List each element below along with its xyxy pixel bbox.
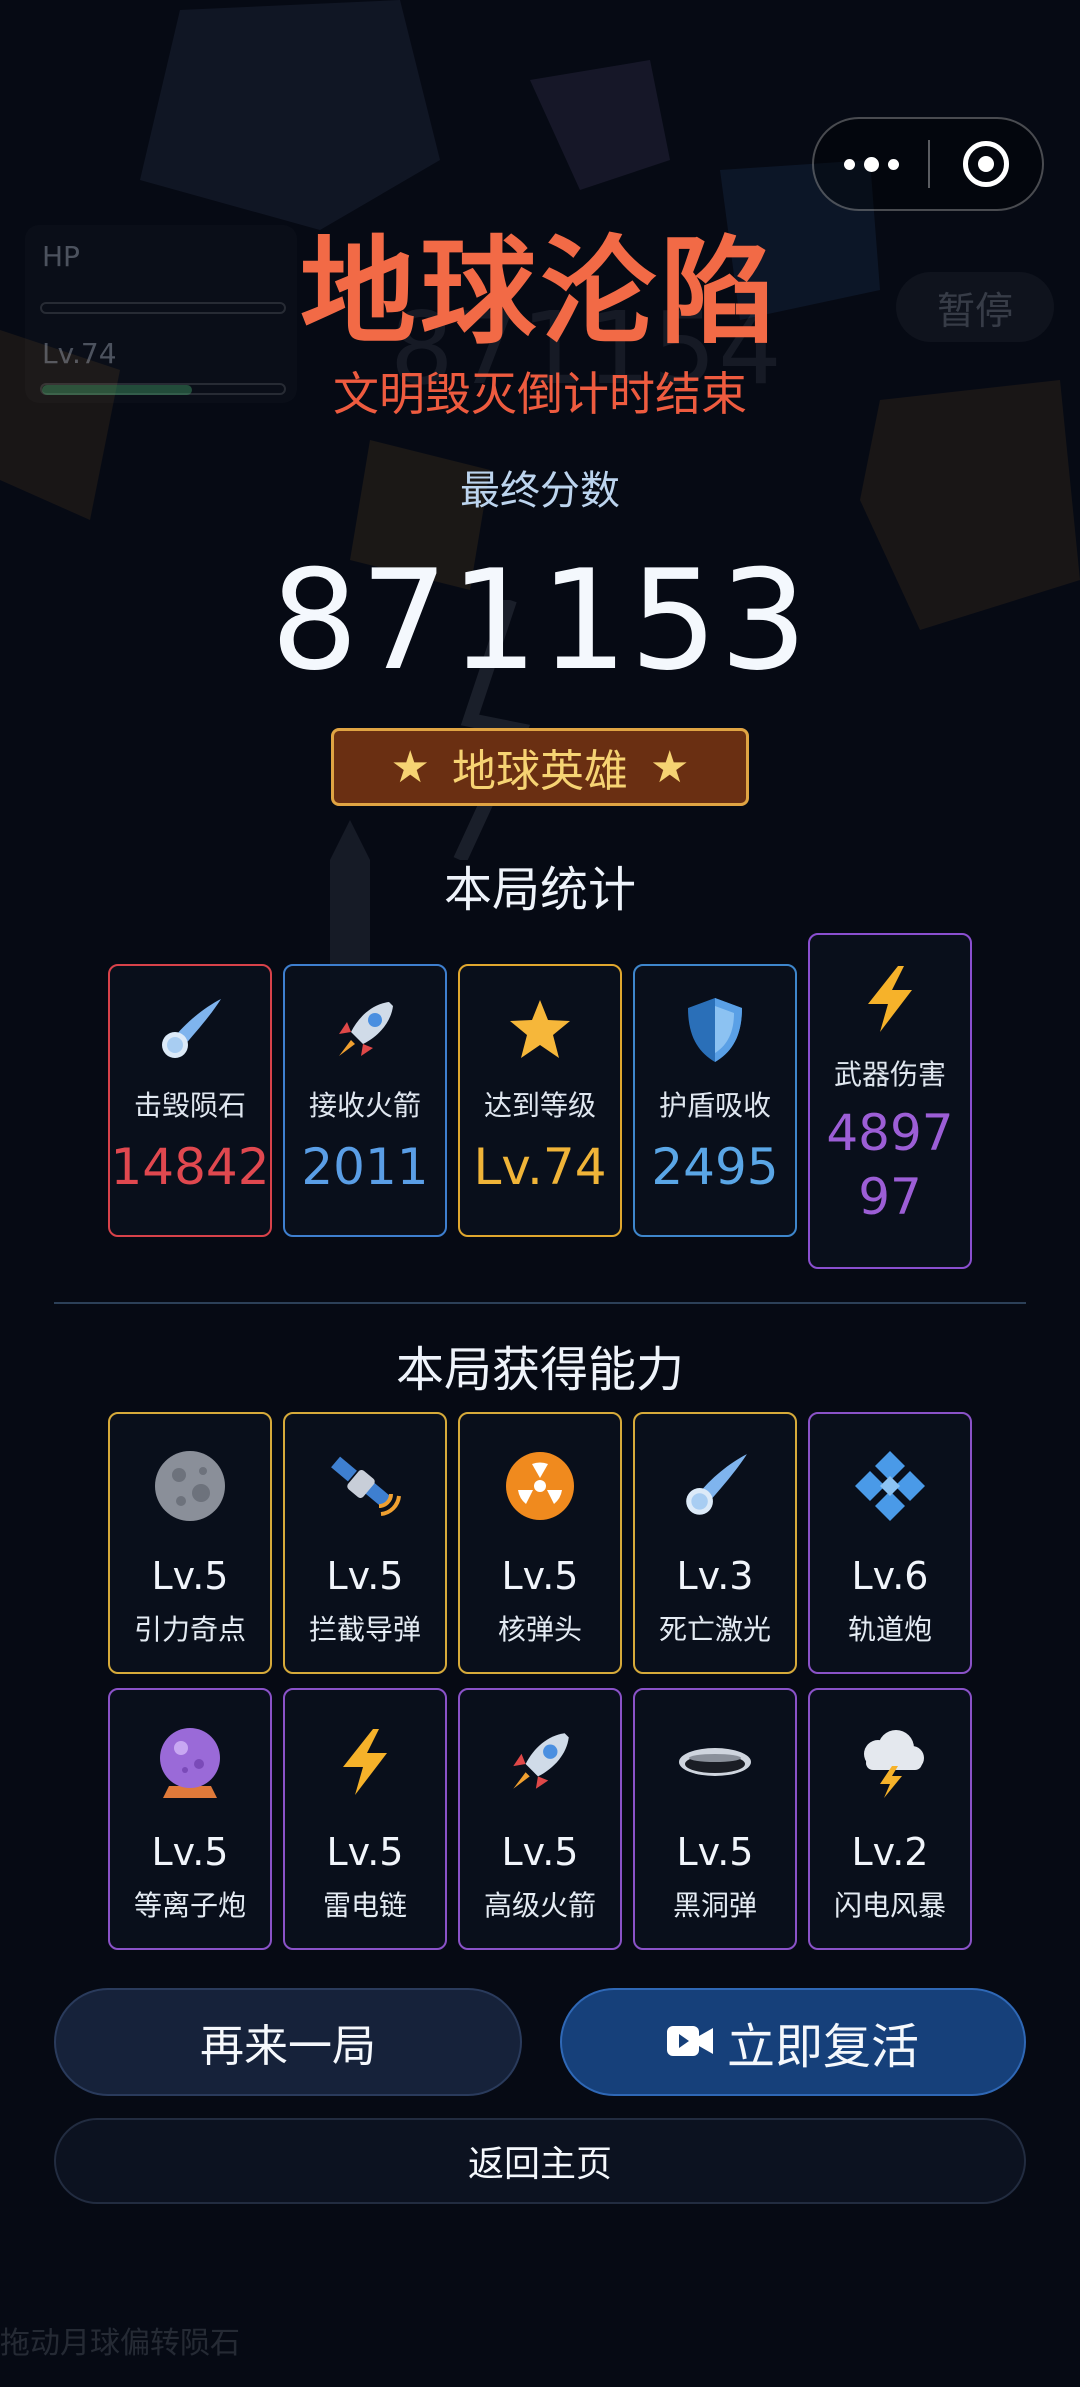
stats-title: 本局统计 (443, 862, 636, 918)
crystal-ball-icon (155, 1724, 225, 1800)
revive-label: 立即复活 (726, 2019, 919, 2075)
ability-card: Lv.5 雷电链 (283, 1688, 447, 1950)
stat-value: 4897 (826, 1104, 954, 1162)
ability-card: Lv.5 引力奇点 (108, 1412, 272, 1674)
ability-card: Lv.2 闪电风暴 (808, 1688, 972, 1950)
rank-badge-text: 地球英雄 (452, 746, 628, 797)
target-icon[interactable] (930, 119, 1042, 209)
ability-name: 黑洞弹 (672, 1889, 757, 1922)
ability-card: Lv.5 黑洞弹 (633, 1688, 797, 1950)
ability-level: Lv.5 (676, 1830, 754, 1874)
drag-hint: 拖动月球偏转陨石 (0, 2326, 240, 2361)
stat-card-level: 达到等级 Lv.74 (458, 964, 622, 1237)
play-again-label: 再来一局 (200, 2021, 376, 2072)
black-hole-icon (677, 1724, 753, 1800)
stat-card-rockets: 接收火箭 2011 (283, 964, 447, 1237)
ability-name: 等离子炮 (133, 1889, 246, 1922)
ability-name: 死亡激光 (658, 1613, 771, 1646)
revive-button[interactable]: 立即复活 (560, 1988, 1026, 2096)
final-score-label: 最终分数 (460, 468, 620, 514)
stat-label: 达到等级 (483, 1089, 596, 1122)
stat-label: 击毁陨石 (133, 1089, 246, 1122)
ability-name: 轨道炮 (847, 1613, 932, 1646)
abilities-title: 本局获得能力 (395, 1342, 684, 1398)
rocket-icon (329, 994, 401, 1066)
final-score: 871153 (270, 540, 810, 701)
stat-card-damage: 武器伤害 4897 97 (808, 933, 972, 1269)
ability-level: Lv.5 (326, 1554, 404, 1598)
ability-card: Lv.6 轨道炮 (808, 1412, 972, 1674)
storm-cloud-icon (852, 1724, 928, 1800)
ability-level: Lv.3 (676, 1554, 754, 1598)
ability-name: 高级火箭 (483, 1889, 596, 1922)
asteroid-shape (140, 0, 440, 230)
star-icon: ★ (650, 741, 690, 793)
asteroid-shape (530, 60, 670, 190)
stat-value: 2011 (301, 1138, 429, 1196)
game-over-subtitle: 文明毁灭倒计时结束 (333, 367, 747, 421)
ability-level: Lv.2 (851, 1830, 929, 1874)
ability-level: Lv.6 (851, 1554, 929, 1598)
back-home-label: 返回主页 (467, 2144, 612, 2185)
ability-level: Lv.5 (501, 1554, 579, 1598)
mini-program-capsule (812, 117, 1044, 211)
comet-icon (679, 1448, 751, 1524)
ability-name: 雷电链 (322, 1889, 407, 1922)
shield-icon (684, 994, 746, 1066)
stat-label: 接收火箭 (308, 1089, 421, 1122)
video-camera-icon (666, 2014, 713, 2070)
diamond-grid-icon (853, 1448, 927, 1524)
back-home-button[interactable]: 返回主页 (54, 2118, 1026, 2204)
stat-value-continued: 97 (858, 1168, 922, 1226)
stat-value: 14842 (110, 1138, 270, 1196)
ability-level: Lv.5 (151, 1830, 229, 1874)
ability-level: Lv.5 (151, 1554, 229, 1598)
ability-card: Lv.5 等离子炮 (108, 1688, 272, 1950)
section-divider (54, 1302, 1026, 1304)
game-over-title: 地球沦陷 (300, 225, 780, 360)
stat-label: 武器伤害 (833, 1058, 946, 1091)
stat-card-meteors: 击毁陨石 14842 (108, 964, 272, 1237)
more-dots-icon[interactable] (814, 119, 928, 209)
star-icon: ★ (390, 741, 430, 793)
play-again-button[interactable]: 再来一局 (54, 1988, 522, 2096)
star-icon (506, 994, 574, 1066)
ability-name: 闪电风暴 (833, 1889, 946, 1922)
ability-level: Lv.5 (326, 1830, 404, 1874)
stat-value: Lv.74 (473, 1138, 607, 1196)
rank-badge: ★ 地球英雄 ★ (331, 728, 749, 806)
stat-card-shield: 护盾吸收 2495 (633, 964, 797, 1237)
ability-name: 引力奇点 (133, 1613, 246, 1646)
moon-icon (153, 1448, 227, 1524)
comet-icon (155, 994, 225, 1066)
ability-card: Lv.5 高级火箭 (458, 1688, 622, 1950)
ability-card: Lv.5 拦截导弹 (283, 1412, 447, 1674)
ability-level: Lv.5 (501, 1830, 579, 1874)
lightning-icon (860, 963, 920, 1035)
ability-name: 拦截导弹 (308, 1613, 421, 1646)
rocket-icon (503, 1724, 577, 1800)
stat-value: 2495 (651, 1138, 779, 1196)
ability-card: Lv.3 死亡激光 (633, 1412, 797, 1674)
radiation-icon (504, 1448, 576, 1524)
ability-name: 核弹头 (497, 1613, 582, 1646)
stat-label: 护盾吸收 (658, 1089, 771, 1122)
lightning-icon (335, 1724, 395, 1800)
satellite-icon (327, 1448, 403, 1524)
ability-card: Lv.5 核弹头 (458, 1412, 622, 1674)
